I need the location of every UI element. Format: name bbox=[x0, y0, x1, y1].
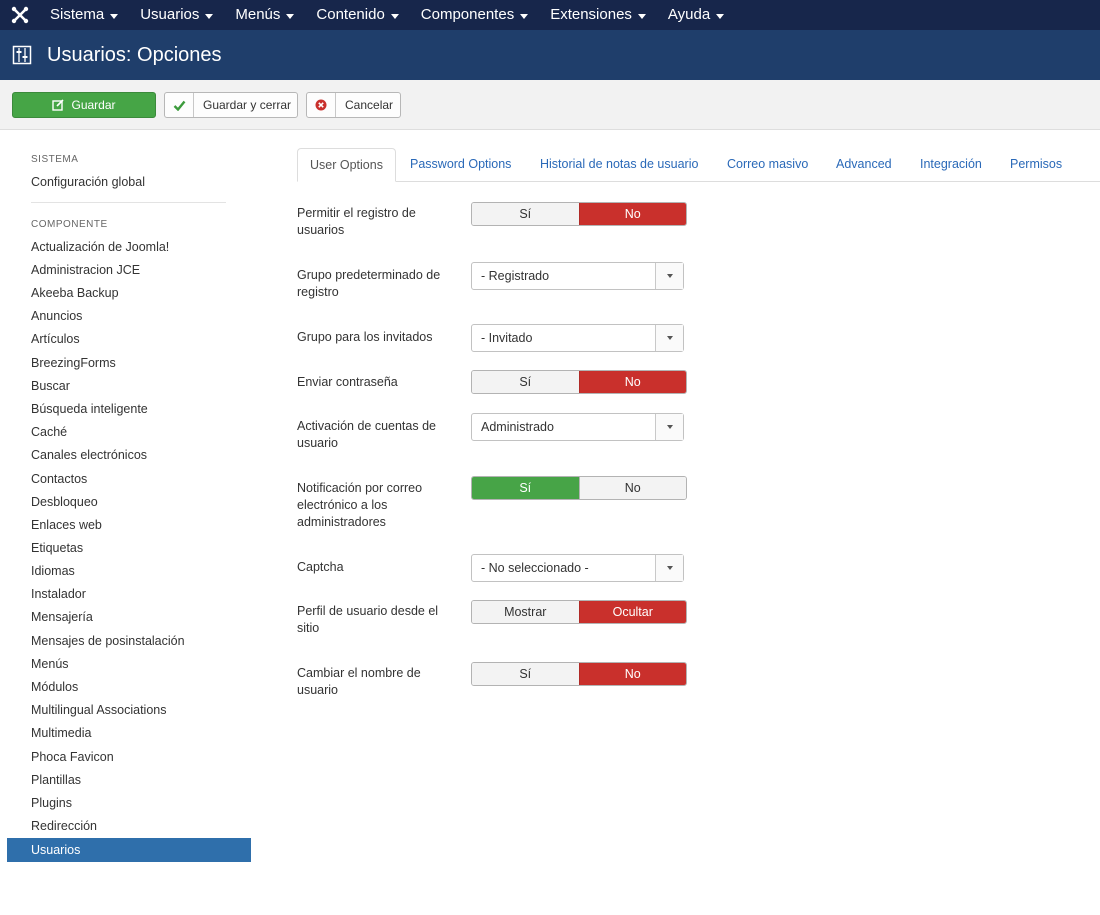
options-tabs: User Options Password Options Historial … bbox=[297, 148, 1100, 182]
chevron-down-icon bbox=[655, 263, 683, 289]
option-no[interactable]: No bbox=[578, 371, 686, 393]
menu-menus[interactable]: Menús bbox=[224, 0, 305, 30]
sidebar-item[interactable]: Caché bbox=[31, 425, 67, 439]
sidebar-item[interactable]: Akeeba Backup bbox=[31, 286, 119, 300]
sidebar-item[interactable]: Mensajería bbox=[31, 610, 93, 624]
option-yes[interactable]: Sí bbox=[472, 371, 579, 393]
sidebar-item[interactable]: Plugins bbox=[31, 796, 72, 810]
top-navbar: Sistema Usuarios Menús Contenido Compone… bbox=[0, 0, 1100, 30]
toggle-send-password: Sí No bbox=[471, 370, 687, 394]
sidebar-item[interactable]: Instalador bbox=[31, 587, 86, 601]
save-close-button[interactable]: Guardar y cerrar bbox=[164, 92, 298, 118]
sidebar-divider bbox=[31, 202, 226, 203]
tab-advanced[interactable]: Advanced bbox=[836, 148, 892, 182]
cancel-button[interactable]: Cancelar bbox=[306, 92, 401, 118]
page-title: Usuarios: Opciones bbox=[47, 43, 222, 66]
tab-password-options[interactable]: Password Options bbox=[410, 148, 511, 182]
caret-down-icon bbox=[520, 13, 529, 19]
sidebar-item[interactable]: Mensajes de posinstalación bbox=[31, 634, 185, 648]
label-allow-registration: Permitir el registro de usuarios bbox=[297, 206, 416, 237]
menu-componentes[interactable]: Componentes bbox=[410, 0, 539, 30]
option-no[interactable]: No bbox=[578, 203, 686, 225]
chevron-down-icon bbox=[655, 555, 683, 581]
sidebar-item[interactable]: Módulos bbox=[31, 680, 78, 694]
sidebar-item[interactable]: Idiomas bbox=[31, 564, 75, 578]
save-button[interactable]: Guardar bbox=[12, 92, 156, 118]
menu-extensiones[interactable]: Extensiones bbox=[539, 0, 657, 30]
tab-user-options[interactable]: User Options bbox=[297, 148, 396, 182]
option-show[interactable]: Mostrar bbox=[472, 601, 579, 623]
label-captcha: Captcha bbox=[297, 560, 344, 574]
caret-down-icon bbox=[390, 13, 399, 19]
toggle-allow-registration: Sí No bbox=[471, 202, 687, 226]
option-yes[interactable]: Sí bbox=[472, 203, 579, 225]
tab-historial-notas[interactable]: Historial de notas de usuario bbox=[540, 148, 698, 182]
sidebar-item[interactable]: Etiquetas bbox=[31, 541, 83, 555]
joomla-logo-icon[interactable] bbox=[0, 0, 40, 30]
sidebar-item[interactable]: Búsqueda inteligente bbox=[31, 402, 148, 416]
option-no[interactable]: No bbox=[578, 477, 686, 499]
sidebar-item[interactable]: Buscar bbox=[31, 379, 70, 393]
option-yes[interactable]: Sí bbox=[472, 663, 579, 685]
select-default-group[interactable]: - Registrado bbox=[471, 262, 684, 290]
menu-contenido[interactable]: Contenido bbox=[305, 0, 409, 30]
menu-ayuda[interactable]: Ayuda bbox=[657, 0, 735, 30]
sidebar-item-usuarios-active[interactable]: Usuarios bbox=[7, 838, 251, 862]
sidebar-item[interactable]: Administracion JCE bbox=[31, 263, 140, 277]
label-default-group: Grupo predeterminado de registro bbox=[297, 268, 441, 299]
tab-integracion[interactable]: Integración bbox=[920, 148, 982, 182]
option-yes[interactable]: Sí bbox=[472, 477, 579, 499]
sidebar-item[interactable]: Contactos bbox=[31, 472, 87, 486]
sidebar-heading-componente: COMPONENTE bbox=[31, 219, 108, 230]
sidebar-item[interactable]: Desbloqueo bbox=[31, 495, 98, 509]
caret-down-icon bbox=[286, 13, 295, 19]
main-menu: Sistema Usuarios Menús Contenido Compone… bbox=[40, 0, 735, 30]
sidebar-item[interactable]: Multilingual Associations bbox=[31, 703, 167, 717]
option-no[interactable]: No bbox=[578, 663, 686, 685]
toggle-frontend-profile: Mostrar Ocultar bbox=[471, 600, 687, 624]
menu-sistema[interactable]: Sistema bbox=[40, 0, 129, 30]
label-admin-notification: Notificación por correo electrónico a lo… bbox=[297, 481, 423, 529]
sidebar-item[interactable]: Canales electrónicos bbox=[31, 448, 147, 462]
chevron-down-icon bbox=[655, 414, 683, 440]
tab-correo-masivo[interactable]: Correo masivo bbox=[727, 148, 808, 182]
sidebar-item[interactable]: Redirección bbox=[31, 819, 97, 833]
sidebar-item[interactable]: Phoca Favicon bbox=[31, 750, 114, 764]
tab-permisos[interactable]: Permisos bbox=[1010, 148, 1062, 182]
caret-down-icon bbox=[110, 13, 119, 19]
caret-down-icon bbox=[205, 13, 214, 19]
caret-down-icon bbox=[637, 13, 646, 19]
cancel-circle-icon bbox=[307, 93, 336, 117]
sidebar-item[interactable]: Plantillas bbox=[31, 773, 81, 787]
equalizer-icon bbox=[12, 45, 32, 65]
sidebar-item[interactable]: Multimedia bbox=[31, 726, 91, 740]
sidebar-heading-sistema: SISTEMA bbox=[31, 154, 79, 165]
label-send-password: Enviar contraseña bbox=[297, 375, 398, 389]
sidebar-item[interactable]: Menús bbox=[31, 657, 69, 671]
caret-down-icon bbox=[716, 13, 725, 19]
label-guest-group: Grupo para los invitados bbox=[297, 330, 433, 344]
sidebar-item-global-config[interactable]: Configuración global bbox=[31, 175, 145, 189]
sidebar-item[interactable]: BreezingForms bbox=[31, 356, 116, 370]
sidebar-item[interactable]: Actualización de Joomla! bbox=[31, 240, 169, 254]
select-activation[interactable]: Administrado bbox=[471, 413, 684, 441]
label-change-username: Cambiar el nombre de usuario bbox=[297, 666, 421, 697]
label-frontend-profile: Perfil de usuario desde el sitio bbox=[297, 604, 439, 635]
menu-usuarios[interactable]: Usuarios bbox=[129, 0, 224, 30]
toggle-admin-notification: Sí No bbox=[471, 476, 687, 500]
toggle-change-username: Sí No bbox=[471, 662, 687, 686]
edit-icon bbox=[52, 99, 65, 111]
sidebar-item[interactable]: Anuncios bbox=[31, 309, 82, 323]
select-captcha[interactable]: - No seleccionado - bbox=[471, 554, 684, 582]
select-guest-group[interactable]: - Invitado bbox=[471, 324, 684, 352]
option-hide[interactable]: Ocultar bbox=[578, 601, 686, 623]
page-header: Usuarios: Opciones bbox=[0, 30, 1100, 80]
label-activation: Activación de cuentas de usuario bbox=[297, 419, 436, 450]
sidebar-item[interactable]: Artículos bbox=[31, 332, 80, 346]
sidebar-item[interactable]: Enlaces web bbox=[31, 518, 102, 532]
check-icon bbox=[165, 93, 194, 117]
chevron-down-icon bbox=[655, 325, 683, 351]
toolbar: Guardar Guardar y cerrar Cancelar bbox=[0, 80, 1100, 130]
